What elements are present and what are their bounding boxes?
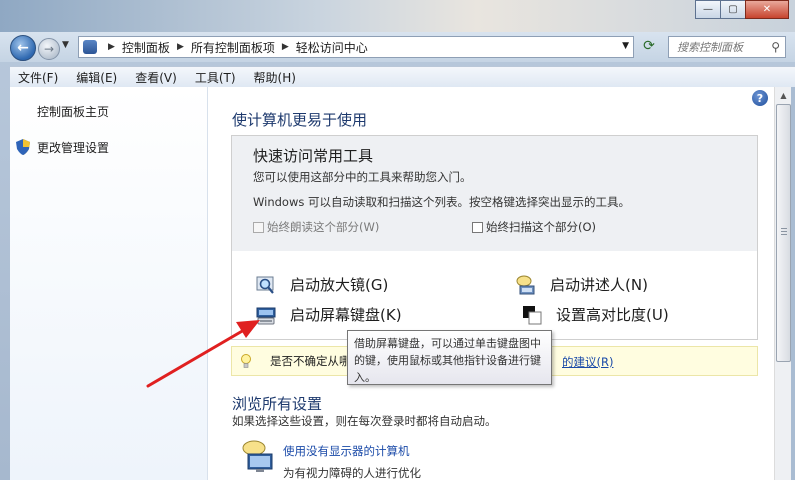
checkbox-box: [472, 221, 483, 233]
recent-pages-dropdown[interactable]: ▼: [62, 40, 69, 50]
breadcrumb-item-ease-of-access[interactable]: 轻松访问中心: [296, 39, 368, 56]
chevron-right-icon[interactable]: ▶: [177, 42, 184, 52]
arrow-right-icon: →: [43, 42, 55, 56]
minimize-button[interactable]: —: [695, 0, 721, 19]
onscreen-keyboard-tooltip: 借助屏幕键盘，可以通过单击键盘图中的键，使用鼠标或其他指针设备进行键入。: [347, 330, 552, 385]
use-without-display-link[interactable]: 使用没有显示器的计算机: [283, 443, 410, 459]
always-read-label: 始终朗读这个部分(W): [267, 220, 380, 234]
navigation-bar: ← → ▼ ▶ 控制面板 ▶ 所有控制面板项 ▶ 轻松访问中心 ▼ ⟳ ⚲: [0, 32, 795, 62]
search-input[interactable]: [677, 40, 767, 54]
quick-access-header: 快速访问常用工具 您可以使用这部分中的工具来帮助您入门。 Windows 可以自…: [232, 136, 757, 251]
sidebar-item-change-admin-settings[interactable]: 更改管理设置: [37, 139, 109, 156]
forward-button[interactable]: →: [38, 38, 60, 60]
start-magnifier-label: 启动放大镜(G): [290, 276, 389, 294]
lightbulb-icon: [241, 353, 251, 368]
menu-bar: 文件(F) 编辑(E) 查看(V) 工具(T) 帮助(H): [10, 66, 795, 87]
scroll-thumb[interactable]: [776, 104, 791, 362]
start-onscreen-keyboard-link[interactable]: 启动屏幕键盘(K): [256, 304, 402, 325]
shield-icon: [16, 139, 30, 155]
maximize-button[interactable]: ▢: [720, 0, 746, 19]
refresh-icon[interactable]: ⟳: [640, 38, 658, 56]
always-read-checkbox[interactable]: 始终朗读这个部分(W): [253, 219, 379, 235]
get-recommendations-link[interactable]: 的建议(R): [562, 354, 613, 370]
title-bar: — ▢ ✕: [0, 0, 795, 32]
breadcrumb-item-control-panel[interactable]: 控制面板: [122, 39, 170, 56]
monitor-speech-icon: [242, 440, 273, 472]
always-scan-checkbox[interactable]: 始终扫描这个部分(O): [472, 219, 596, 235]
set-high-contrast-label: 设置高对比度(U): [556, 306, 669, 324]
set-high-contrast-link[interactable]: 设置高对比度(U): [522, 304, 669, 325]
start-magnifier-link[interactable]: 启动放大镜(G): [256, 274, 388, 295]
menu-file[interactable]: 文件(F): [18, 69, 58, 86]
quick-access-panel: 快速访问常用工具 您可以使用这部分中的工具来帮助您入门。 Windows 可以自…: [231, 135, 758, 340]
keyboard-icon: [256, 307, 276, 324]
grip-icon: [781, 228, 787, 237]
start-onscreen-keyboard-label: 启动屏幕键盘(K): [290, 306, 402, 324]
always-scan-label: 始终扫描这个部分(O): [486, 220, 597, 234]
window-controls: — ▢ ✕: [695, 0, 789, 19]
start-narrator-label: 启动讲述人(N): [550, 276, 648, 294]
address-dropdown-icon[interactable]: ▼: [622, 41, 629, 51]
menu-edit[interactable]: 编辑(E): [76, 69, 117, 86]
control-panel-icon: [83, 40, 97, 54]
address-bar[interactable]: ▶ 控制面板 ▶ 所有控制面板项 ▶ 轻松访问中心 ▼: [78, 36, 634, 58]
chevron-right-icon: ▶: [108, 42, 115, 52]
quick-access-title: 快速访问常用工具: [253, 147, 374, 165]
page-title: 使计算机更易于使用: [232, 111, 368, 129]
narrator-icon: [516, 275, 535, 294]
chevron-down-icon: ▼: [62, 40, 69, 50]
search-icon[interactable]: ⚲: [771, 40, 780, 54]
back-button[interactable]: ←: [10, 35, 36, 61]
close-button[interactable]: ✕: [745, 0, 789, 19]
start-narrator-link[interactable]: 启动讲述人(N): [516, 274, 648, 295]
menu-tools[interactable]: 工具(T): [195, 69, 236, 86]
sidebar: 控制面板主页 更改管理设置: [10, 87, 208, 480]
search-box: ⚲: [668, 36, 786, 58]
scroll-up-icon[interactable]: ▲: [775, 87, 792, 104]
vertical-scrollbar[interactable]: ▲: [774, 87, 791, 480]
help-icon[interactable]: ?: [752, 90, 768, 106]
menu-help[interactable]: 帮助(H): [254, 69, 296, 86]
breadcrumb-item-all-items[interactable]: 所有控制面板项: [191, 39, 275, 56]
window-frame-right: [791, 87, 795, 480]
contrast-icon: [523, 305, 542, 324]
quick-access-description: 您可以使用这部分中的工具来帮助您入门。: [253, 170, 472, 184]
breadcrumb: ▶ 控制面板 ▶ 所有控制面板项 ▶ 轻松访问中心: [101, 39, 368, 56]
arrow-left-icon: ←: [17, 40, 29, 56]
chevron-right-icon[interactable]: ▶: [282, 42, 289, 52]
use-without-display-description: 为有视力障碍的人进行优化: [283, 466, 421, 480]
checkbox-box: [253, 221, 264, 233]
sidebar-item-home[interactable]: 控制面板主页: [37, 103, 109, 120]
recommendation-text: 是否不确定从哪: [270, 354, 351, 368]
browse-settings-description: 如果选择这些设置，则在每次登录时都将自动启动。: [232, 414, 497, 428]
magnifier-icon: [256, 276, 274, 294]
quick-access-scan-info: Windows 可以自动读取和扫描这个列表。按空格键选择突出显示的工具。: [253, 195, 630, 209]
browse-settings-title: 浏览所有设置: [232, 395, 323, 413]
menu-view[interactable]: 查看(V): [135, 69, 177, 86]
